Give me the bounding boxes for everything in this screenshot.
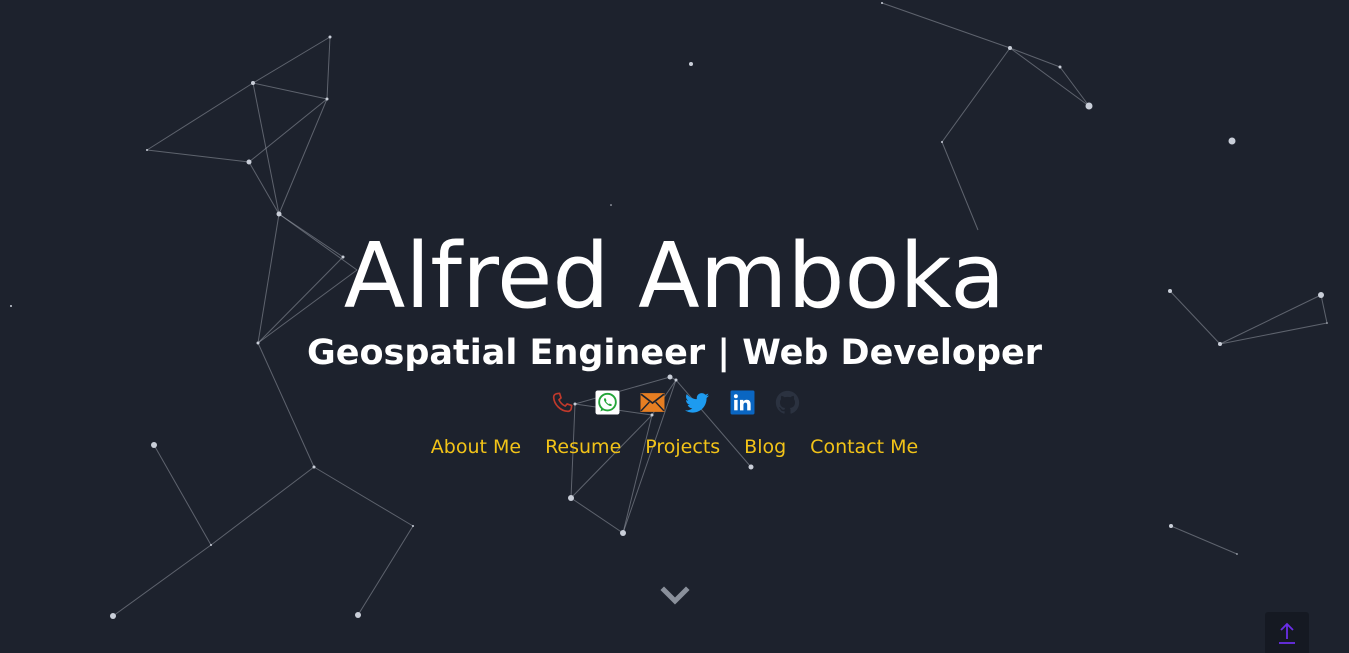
whatsapp-link[interactable] [595, 390, 620, 415]
network-node [412, 525, 414, 527]
network-line [248, 98, 328, 163]
network-line [112, 544, 212, 617]
linkedin-icon [730, 390, 754, 414]
network-line [1009, 47, 1090, 107]
network-node [1228, 137, 1236, 145]
main-nav: About Me Resume Projects Blog Contact Me [0, 434, 1349, 460]
network-node [610, 204, 612, 206]
network-node [210, 544, 212, 546]
network-node [1169, 524, 1173, 528]
network-line [1059, 66, 1090, 107]
network-node [355, 612, 361, 618]
network-line [252, 36, 331, 84]
network-node [276, 211, 282, 217]
network-line [941, 141, 979, 231]
network-line [248, 161, 280, 215]
network-node [1236, 553, 1238, 555]
network-line [941, 47, 1011, 143]
network-line [313, 466, 414, 527]
network-line [146, 82, 254, 151]
network-node [1085, 102, 1093, 110]
network-line [570, 497, 624, 534]
network-node [620, 530, 626, 536]
nav-contact-me[interactable]: Contact Me [810, 434, 918, 460]
network-line [278, 98, 328, 215]
github-link[interactable] [775, 390, 800, 415]
network-line [210, 466, 315, 546]
phone-link[interactable] [550, 390, 575, 415]
network-node [110, 613, 116, 619]
network-node [568, 495, 574, 501]
back-to-top-button[interactable] [1265, 612, 1309, 653]
network-node [689, 62, 693, 66]
arrow-up-icon [1279, 622, 1295, 644]
scroll-down-button[interactable] [660, 582, 690, 608]
network-node [246, 159, 252, 165]
network-node [325, 97, 329, 101]
network-node [146, 149, 148, 151]
twitter-icon [684, 392, 709, 413]
linkedin-link[interactable] [730, 390, 755, 415]
hero-name: Alfred Amboka [343, 224, 1006, 329]
network-node [312, 465, 316, 469]
network-line [252, 82, 280, 215]
network-node [748, 464, 754, 470]
phone-icon [552, 392, 572, 412]
network-node [1008, 46, 1012, 50]
network-line [1170, 525, 1238, 555]
whatsapp-icon [595, 390, 619, 414]
network-node [941, 141, 943, 143]
hero-content: Alfred Amboka Geospatial Engineer | Web … [0, 222, 1349, 460]
network-line [146, 149, 250, 163]
network-node [328, 35, 332, 39]
email-link[interactable] [640, 390, 665, 415]
nav-about-me[interactable]: About Me [431, 434, 521, 460]
network-line [326, 36, 331, 100]
nav-resume[interactable]: Resume [545, 434, 621, 460]
hero-subtitle: Geospatial Engineer | Web Developer [307, 333, 1042, 373]
twitter-link[interactable] [684, 390, 710, 415]
network-line [357, 525, 414, 616]
nav-projects[interactable]: Projects [645, 434, 720, 460]
network-line [881, 2, 1011, 49]
social-links [0, 386, 1349, 418]
network-line [1009, 47, 1061, 68]
github-icon [775, 390, 799, 414]
network-line [252, 82, 328, 100]
chevron-down-icon [660, 586, 690, 605]
network-line [153, 444, 212, 546]
email-icon [640, 392, 664, 412]
nav-blog[interactable]: Blog [744, 434, 786, 460]
network-node [1058, 65, 1062, 69]
network-node [881, 2, 883, 4]
hero-section: Alfred Amboka Geospatial Engineer | Web … [0, 0, 1349, 653]
network-node [251, 81, 255, 85]
